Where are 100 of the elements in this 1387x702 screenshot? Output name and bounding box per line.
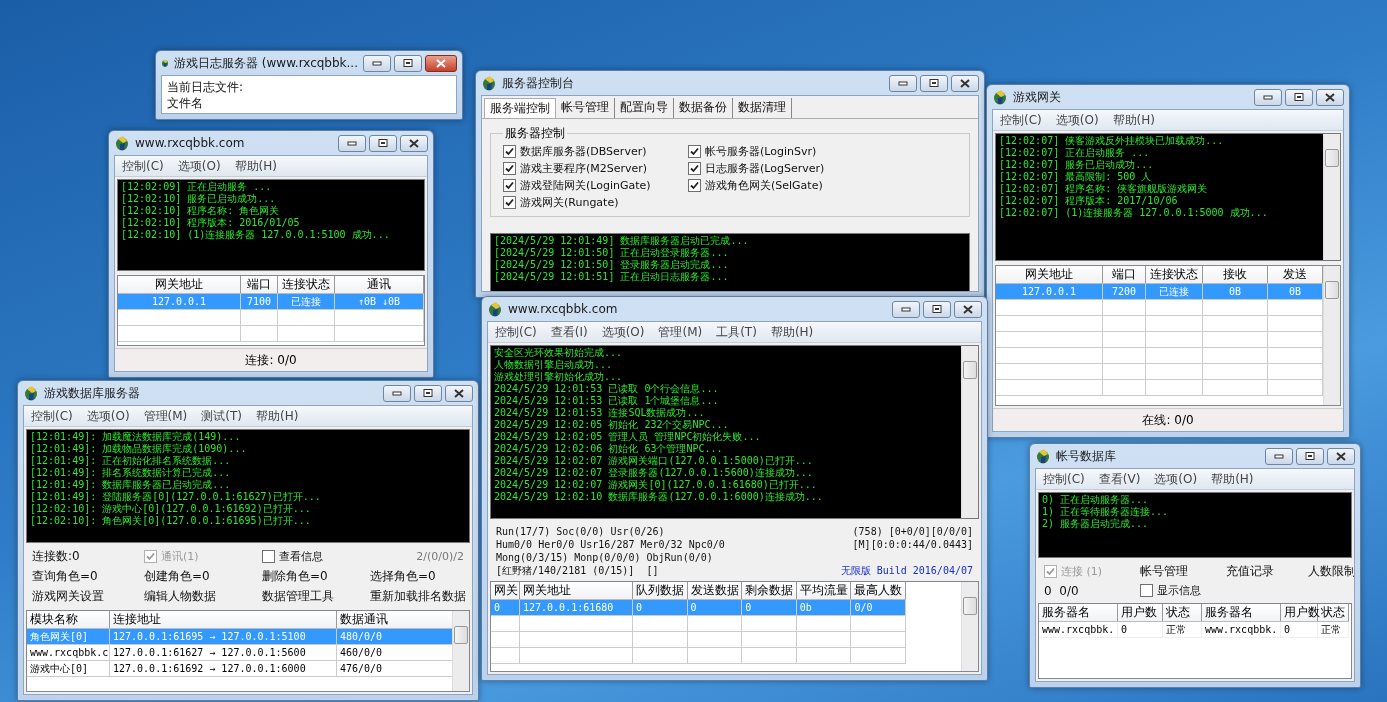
close-button[interactable] — [425, 54, 457, 72]
menu-item[interactable]: 帮助(H) — [763, 323, 821, 341]
scrollbar[interactable] — [1323, 266, 1340, 405]
menu-item[interactable]: 选项(O) — [1048, 111, 1106, 129]
maximize-button[interactable] — [920, 74, 948, 92]
scrollbar[interactable] — [1323, 134, 1340, 260]
scrollbar[interactable] — [961, 582, 978, 671]
column-header[interactable]: 发送 — [1267, 266, 1323, 284]
menu-item[interactable]: 帮助(H) — [1204, 470, 1261, 488]
close-button[interactable] — [954, 300, 982, 318]
column-header[interactable]: 用户数 — [1117, 604, 1163, 622]
menu-item[interactable]: 帮助(H) — [227, 157, 284, 175]
close-button[interactable] — [445, 384, 473, 402]
table-cell: www.rxcqbbk. — [1039, 621, 1118, 638]
menu-item[interactable]: 控制(C) — [488, 323, 544, 341]
menu-item[interactable]: 查看(I) — [543, 323, 595, 341]
maximize-button[interactable] — [414, 384, 442, 402]
close-button[interactable] — [951, 74, 979, 92]
checkbox-icon[interactable] — [503, 145, 516, 158]
menu-item[interactable]: 选项(O) — [594, 323, 652, 341]
action-link[interactable]: 重新加载排名数据 — [370, 588, 466, 605]
checkbox-icon[interactable] — [503, 179, 516, 192]
close-button[interactable] — [1316, 88, 1344, 106]
column-header[interactable]: 通讯 — [334, 276, 424, 294]
column-header[interactable]: 模块名称 — [27, 611, 110, 629]
tab[interactable]: 数据清理 — [733, 98, 792, 118]
checkbox-icon[interactable] — [688, 145, 701, 158]
column-header[interactable]: 最高人数 — [850, 582, 906, 600]
tab[interactable]: 帐号管理 — [556, 98, 615, 118]
column-header[interactable]: 发送数据 — [687, 582, 742, 600]
column-header[interactable]: 网关 — [491, 582, 520, 600]
checkbox[interactable]: 游戏角色网关(SelGate) — [688, 178, 957, 193]
column-header[interactable]: 平均流量 — [796, 582, 851, 600]
menu-item[interactable]: 控制(C) — [24, 407, 80, 425]
stat-text: 2/(0/0)/2 — [416, 550, 464, 563]
column-header[interactable]: 用户数 — [1280, 604, 1318, 622]
maximize-button[interactable] — [923, 300, 951, 318]
tab[interactable]: 数据备份 — [674, 98, 733, 118]
tab[interactable]: 配置向导 — [615, 98, 674, 118]
column-header[interactable]: 连接地址 — [109, 611, 337, 629]
action-link[interactable]: 帐号管理 — [1140, 563, 1226, 580]
checkbox[interactable]: 游戏主要程序(M2Server) — [503, 161, 688, 176]
scrollbar[interactable] — [961, 346, 978, 518]
menu-item[interactable]: 管理(M) — [136, 407, 195, 425]
column-header[interactable]: 服务器名 — [1039, 604, 1118, 622]
menu-item[interactable]: 控制(C) — [993, 111, 1049, 129]
table-cell: 游戏中心[0] — [27, 660, 110, 677]
checkbox[interactable]: 查看信息 — [262, 549, 370, 564]
checkbox-icon[interactable] — [503, 196, 516, 209]
action-link[interactable]: 编辑人物数据 — [144, 588, 262, 605]
menu-item[interactable]: 工具(T) — [709, 323, 764, 341]
column-header[interactable]: 连接状态 — [1145, 266, 1203, 284]
menu-item[interactable]: 管理(M) — [651, 323, 710, 341]
column-header[interactable]: 网关地址 — [118, 276, 241, 294]
menu-item[interactable]: 帮助(H) — [249, 407, 306, 425]
log-line: [12:01:49]: 加载魔法数据库完成(149)... — [30, 431, 242, 443]
maximize-button[interactable] — [394, 54, 422, 72]
menu-item[interactable]: 选项(O) — [170, 157, 228, 175]
menu-item[interactable]: 控制(C) — [115, 157, 171, 175]
column-header[interactable]: 端口 — [1102, 266, 1146, 284]
checkbox-icon[interactable] — [262, 550, 275, 563]
column-header[interactable]: 接收 — [1202, 266, 1268, 284]
checkbox-icon[interactable] — [503, 162, 516, 175]
column-header[interactable]: 网关地址 — [996, 266, 1103, 284]
column-header[interactable]: 网关地址 — [519, 582, 633, 600]
column-header[interactable]: 服务器名 — [1201, 604, 1281, 622]
close-button[interactable] — [400, 134, 428, 152]
column-header[interactable]: 状态 — [1162, 604, 1202, 622]
menu-item[interactable]: 选项(O) — [1147, 470, 1205, 488]
action-link[interactable]: 充值记录 — [1226, 563, 1308, 580]
column-header[interactable]: 剩余数据 — [741, 582, 797, 600]
scrollbar[interactable] — [452, 611, 469, 691]
checkbox-icon[interactable] — [1140, 584, 1153, 597]
maximize-button[interactable] — [1285, 88, 1313, 106]
checkbox[interactable]: 显示信息 — [1140, 583, 1226, 598]
checkbox[interactable]: 帐号服务器(LoginSvr) — [688, 144, 957, 159]
checkbox[interactable]: 日志服务器(LogServer) — [688, 161, 957, 176]
checkbox[interactable]: 游戏登陆网关(LoginGate) — [503, 178, 688, 193]
maximize-button[interactable] — [1296, 447, 1324, 465]
menu-item[interactable]: 控制(C) — [1036, 470, 1092, 488]
close-button[interactable] — [1327, 447, 1355, 465]
maximize-button[interactable] — [369, 134, 397, 152]
checkbox-icon[interactable] — [688, 162, 701, 175]
action-link[interactable]: 游戏网关设置 — [32, 588, 144, 605]
checkbox[interactable]: 游戏网关(Rungate) — [503, 195, 688, 210]
checkbox[interactable]: 数据库服务器(DBServer) — [503, 144, 688, 159]
table-row[interactable]: www.rxcqbbk. 0 正常 www.rxcqbbk. 0 正常 — [1039, 621, 1349, 638]
tab[interactable]: 服务端控制 — [484, 98, 556, 118]
log-line: 2024/5/29 12:02:07 游戏网关[0](127.0.0.1:61680)已打开... — [494, 479, 818, 491]
column-header[interactable]: 队列数据 — [632, 582, 688, 600]
menu-item[interactable]: 查看(V) — [1091, 470, 1148, 488]
menu-item[interactable]: 测试(T) — [194, 407, 249, 425]
column-header[interactable]: 端口 — [240, 276, 278, 294]
column-header[interactable]: 数据通讯 — [336, 611, 452, 629]
menu-item[interactable]: 帮助(H) — [1105, 111, 1162, 129]
menu-item[interactable]: 选项(O) — [79, 407, 137, 425]
column-header[interactable]: 连接状态 — [277, 276, 335, 294]
action-link[interactable]: 数据管理工具 — [262, 588, 370, 605]
checkbox-icon[interactable] — [688, 179, 701, 192]
maximize-icon — [403, 59, 413, 67]
